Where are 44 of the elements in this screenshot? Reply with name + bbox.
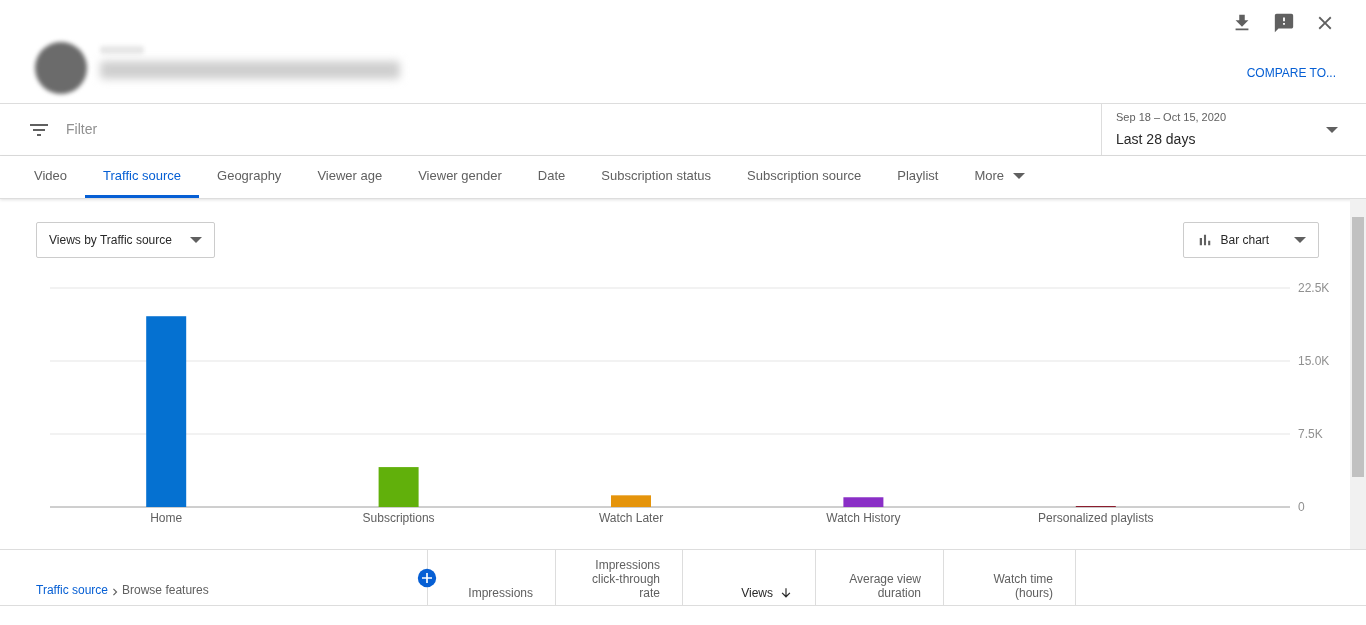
column-header[interactable]: Views (683, 550, 816, 605)
axis-tick-label: 22.5K (1298, 281, 1330, 295)
tab[interactable]: Date (519, 156, 584, 198)
bar[interactable] (146, 316, 187, 507)
category-label: Subscriptions (362, 511, 435, 525)
scrollbar-thumb[interactable] (1352, 217, 1364, 477)
bar[interactable] (843, 497, 884, 507)
metric-dropdown[interactable]: Views by Traffic source (36, 222, 215, 258)
avatar-circle (35, 42, 87, 94)
category-label: Personalized playlists (1038, 511, 1154, 525)
tab[interactable]: Subscription source (729, 156, 880, 198)
chart-type-dropdown[interactable]: Bar chart (1183, 222, 1319, 258)
category-label: Home (150, 511, 183, 525)
column-header[interactable]: Impressions (428, 550, 556, 605)
tab[interactable]: Subscription status (583, 156, 730, 198)
tab[interactable]: Viewer age (299, 156, 401, 198)
tab[interactable]: Traffic source (85, 156, 200, 198)
date-range-text: Sep 18 – Oct 15, 2020 (1116, 110, 1227, 126)
add-column-icon[interactable] (417, 568, 437, 588)
date-range-dropdown[interactable]: Sep 18 – Oct 15, 2020 Last 28 days (1101, 104, 1366, 155)
tab[interactable]: Viewer gender (400, 156, 520, 198)
tab[interactable]: Video (16, 156, 85, 198)
compare-link[interactable]: COMPARE TO... (1246, 64, 1336, 82)
scrollbar[interactable] (1350, 199, 1366, 549)
tab[interactable]: More (956, 156, 1044, 198)
caret-icon (1294, 237, 1306, 243)
axis-tick-label: 15.0K (1298, 354, 1330, 368)
feedback-icon[interactable] (1272, 12, 1295, 34)
column-header[interactable]: Impressions click-through rate (556, 550, 683, 605)
column-header[interactable]: Watch time (hours) (944, 550, 1076, 605)
axis-tick-label: 0 (1298, 500, 1305, 514)
sort-arrow-icon[interactable] (779, 586, 793, 600)
axis-tick-label: 7.5K (1298, 427, 1323, 441)
column-header[interactable]: Average view duration (816, 550, 944, 605)
breadcrumb-current: Browse features (122, 582, 209, 599)
caret-icon (1326, 126, 1338, 133)
breadcrumb-link[interactable]: Traffic source (36, 581, 109, 599)
category-label: Watch History (826, 511, 901, 525)
tab[interactable]: Geography (199, 156, 300, 198)
date-preset-label: Last 28 days (1116, 129, 1197, 149)
caret-icon (190, 237, 202, 243)
tab[interactable]: Playlist (879, 156, 957, 198)
category-label: Watch Later (598, 511, 664, 525)
caret-icon (1013, 172, 1026, 179)
